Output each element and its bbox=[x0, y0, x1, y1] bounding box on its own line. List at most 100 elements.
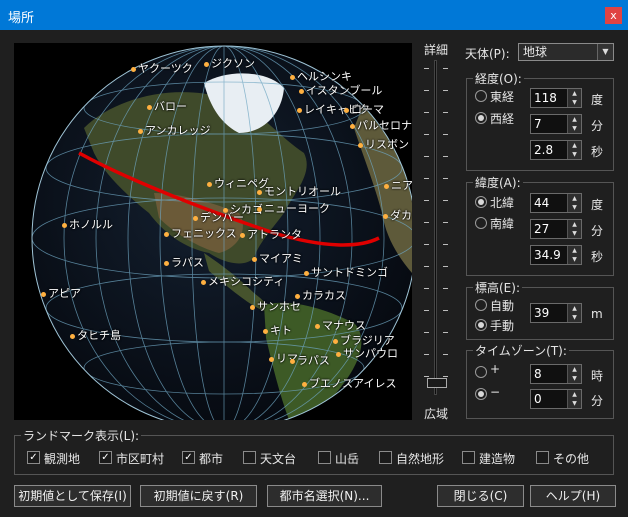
tz-hours-field[interactable]: 8 ▲ ▼ bbox=[530, 364, 582, 384]
tz-minus-radio[interactable] bbox=[475, 388, 487, 400]
city-label: サンパウロ bbox=[336, 345, 398, 361]
zoom-tick bbox=[424, 156, 429, 157]
checkbox-city[interactable]: ✓ bbox=[182, 451, 195, 464]
city-label: リスボン bbox=[358, 136, 409, 152]
landmark-label: 建造物 bbox=[479, 452, 516, 466]
help-button[interactable]: ヘルプ(H) bbox=[530, 485, 616, 507]
tz-minus-label: − bbox=[490, 385, 501, 399]
city-label: マイアミ bbox=[252, 250, 303, 266]
tz-plus-radio[interactable] bbox=[475, 366, 487, 378]
zoom-tick bbox=[443, 222, 448, 223]
city-label: ニア bbox=[384, 177, 412, 193]
zoom-tick bbox=[443, 200, 448, 201]
landmark-label: 市区町村 bbox=[116, 452, 165, 466]
zoom-tick bbox=[424, 354, 429, 355]
zoom-tick bbox=[443, 68, 448, 69]
zoom-detail-label: 詳細 bbox=[424, 43, 449, 57]
north-radio[interactable] bbox=[475, 196, 487, 208]
select-city-button[interactable]: 都市名選択(N)... bbox=[267, 485, 382, 507]
zoom-tick bbox=[443, 376, 448, 377]
close-button[interactable]: 閉じる(C) bbox=[437, 485, 524, 507]
longitude-seconds-field[interactable]: 2.8 ▲ ▼ bbox=[530, 140, 582, 160]
zoom-tick bbox=[443, 90, 448, 91]
city-label: メキシコシティ bbox=[201, 273, 284, 289]
lat-min-unit: 分 bbox=[591, 224, 604, 238]
latitude-minutes-field[interactable]: 27 ▲ ▼ bbox=[530, 219, 582, 239]
zoom-tick bbox=[443, 266, 448, 267]
city-label: キト bbox=[263, 322, 292, 338]
manual-radio[interactable] bbox=[475, 319, 487, 331]
city-label: バロー bbox=[147, 98, 187, 114]
restore-default-button[interactable]: 初期値に戻す(R) bbox=[140, 485, 257, 507]
longitude-minutes-field[interactable]: 7 ▲ ▼ bbox=[530, 114, 582, 134]
latitude-legend: 緯度(A): bbox=[473, 174, 523, 191]
close-icon[interactable]: x bbox=[605, 7, 622, 24]
checkbox-mountain[interactable] bbox=[318, 451, 331, 464]
city-label: ホノルル bbox=[62, 216, 113, 232]
lon-sec-unit: 秒 bbox=[591, 145, 604, 159]
zoom-slider-track[interactable] bbox=[434, 60, 437, 395]
west-radio[interactable] bbox=[475, 112, 487, 124]
elevation-field[interactable]: 39 ▲ ▼ bbox=[530, 303, 582, 323]
chevron-down-icon[interactable]: ▼ bbox=[597, 44, 613, 60]
city-label: ブエノスアイレス bbox=[302, 375, 396, 391]
zoom-tick bbox=[424, 376, 429, 377]
longitude-degrees-field[interactable]: 118 ▲ ▼ bbox=[530, 88, 582, 108]
elevation-legend: 標高(E): bbox=[473, 279, 522, 296]
checkbox-other[interactable] bbox=[536, 451, 549, 464]
checkbox-building[interactable] bbox=[462, 451, 475, 464]
zoom-slider-thumb[interactable] bbox=[427, 378, 447, 388]
landmark-label: 天文台 bbox=[260, 452, 297, 466]
celestial-label: 天体(P): bbox=[465, 47, 510, 61]
globe-view[interactable]: ヤクーツク ジクソン ヘルシンキ イスタンブール バロー レイキャビク ローマ … bbox=[14, 43, 412, 420]
checkbox-municipality[interactable]: ✓ bbox=[99, 451, 112, 464]
zoom-tick bbox=[443, 288, 448, 289]
zoom-tick bbox=[443, 156, 448, 157]
auto-radio[interactable] bbox=[475, 299, 487, 311]
checkbox-natural-feature[interactable] bbox=[379, 451, 392, 464]
zoom-tick bbox=[424, 90, 429, 91]
celestial-selected-value: 地球 bbox=[523, 45, 548, 59]
save-default-button[interactable]: 初期値として保存(I) bbox=[14, 485, 131, 507]
city-label: ニューヨーク bbox=[257, 200, 330, 216]
city-label: アトランタ bbox=[240, 226, 302, 242]
zoom-tick bbox=[424, 112, 429, 113]
tz-min-unit: 分 bbox=[591, 394, 604, 408]
longitude-legend: 経度(O): bbox=[473, 70, 524, 87]
zoom-tick bbox=[443, 178, 448, 179]
timezone-legend: タイムゾーン(T): bbox=[473, 342, 569, 359]
checkbox-observatory-site[interactable]: ✓ bbox=[27, 451, 40, 464]
zoom-tick bbox=[443, 332, 448, 333]
celestial-select[interactable]: 地球 ▼ bbox=[518, 43, 614, 61]
zoom-tick bbox=[443, 310, 448, 311]
zoom-tick bbox=[424, 310, 429, 311]
latitude-seconds-field[interactable]: 34.9 ▲ ▼ bbox=[530, 245, 582, 265]
zoom-tick bbox=[424, 134, 429, 135]
city-label: モントリオール bbox=[257, 183, 341, 199]
latitude-degrees-field[interactable]: 44 ▲ ▼ bbox=[530, 193, 582, 213]
city-label: サンホセ bbox=[250, 298, 301, 314]
zoom-tick bbox=[424, 200, 429, 201]
city-label: フェニックス bbox=[164, 225, 237, 241]
lat-deg-unit: 度 bbox=[591, 198, 604, 212]
east-radio[interactable] bbox=[475, 90, 487, 102]
lat-sec-unit: 秒 bbox=[591, 250, 604, 264]
zoom-tick bbox=[424, 332, 429, 333]
city-label: パルセロナ bbox=[350, 117, 412, 133]
city-label: ラパス bbox=[290, 352, 330, 368]
south-radio[interactable] bbox=[475, 217, 487, 229]
lon-deg-unit: 度 bbox=[591, 93, 604, 107]
zoom-tick bbox=[424, 266, 429, 267]
checkbox-observatory[interactable] bbox=[243, 451, 256, 464]
city-label: イスタンブール bbox=[299, 82, 382, 98]
title-bar: 場所 x bbox=[0, 0, 628, 30]
zoom-tick bbox=[424, 244, 429, 245]
tz-minutes-field[interactable]: 0 ▲ ▼ bbox=[530, 389, 582, 409]
zoom-tick bbox=[443, 134, 448, 135]
city-label: アンカレッジ bbox=[138, 122, 211, 138]
landmark-label: 観測地 bbox=[44, 452, 81, 466]
auto-label: 自動 bbox=[490, 299, 515, 313]
zoom-tick bbox=[424, 68, 429, 69]
zoom-tick bbox=[424, 222, 429, 223]
city-label: アピア bbox=[41, 285, 81, 301]
